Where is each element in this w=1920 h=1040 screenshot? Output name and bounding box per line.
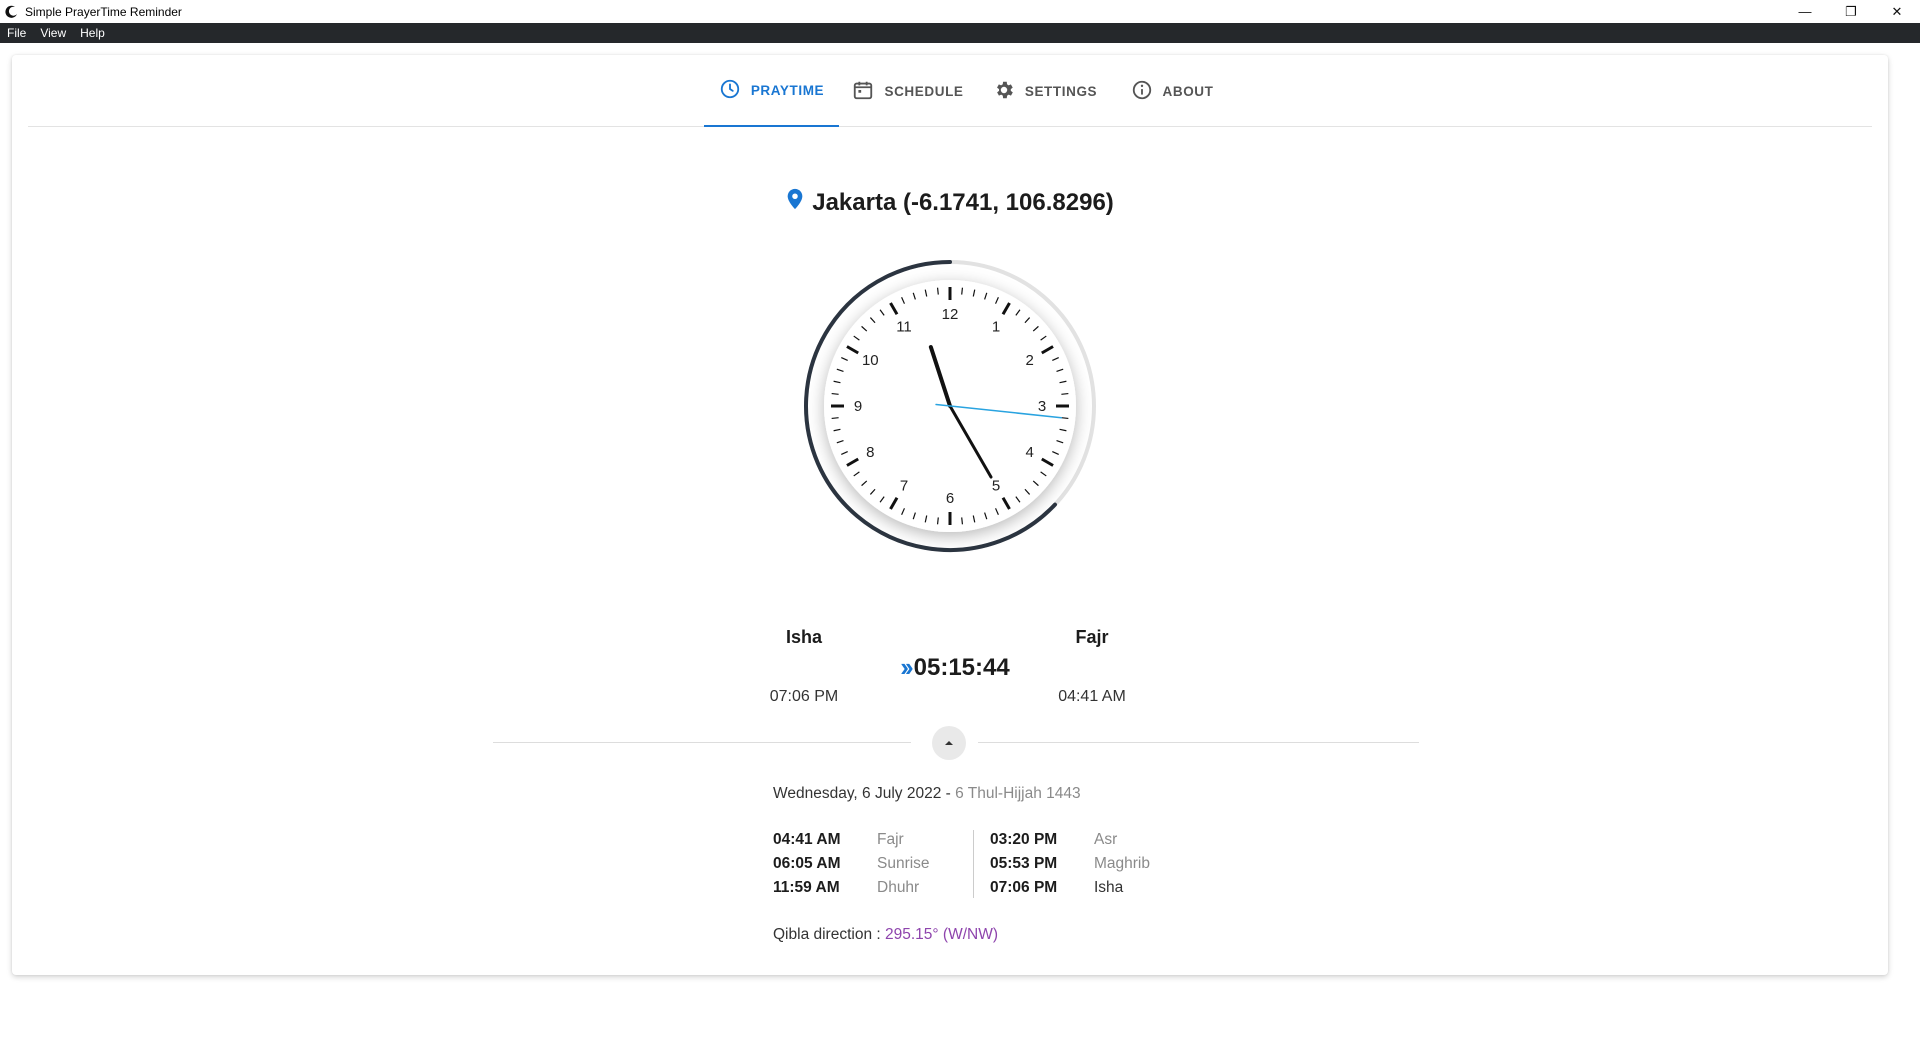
main-card: PRAYTIME SCHEDULE SETTINGS ABOUT Jakarta… (12, 55, 1888, 975)
clock-numeral: 3 (1038, 398, 1046, 415)
divider-right (978, 742, 1419, 743)
previous-prayer-time: 07:06 PM (769, 688, 839, 705)
app-logo-icon (4, 4, 20, 20)
clock-numeral: 4 (1026, 444, 1034, 461)
location-text: Jakarta (-6.1741, 106.8296) (812, 188, 1114, 216)
map-pin-icon (786, 188, 804, 217)
schedule-column-left: 04:41 AM Fajr 06:05 AM Sunrise 11:59 AM … (773, 830, 974, 898)
clock-numeral: 6 (946, 490, 954, 507)
location-heading: Jakarta (-6.1741, 106.8296) (12, 188, 1888, 217)
window-title: Simple PrayerTime Reminder (25, 4, 182, 19)
window-controls: — ❐ ✕ (1782, 0, 1920, 23)
next-prayer: Fajr (1012, 627, 1172, 648)
clock-minor-tick (1061, 417, 1069, 420)
clock-numeral: 11 (896, 318, 912, 335)
menu-bar: File View Help (0, 23, 1920, 43)
tab-label: ABOUT (1162, 83, 1214, 99)
clock-icon (719, 78, 741, 103)
countdown: ›› 05:15:44 (880, 652, 1030, 683)
previous-prayer-name: Isha (785, 627, 823, 647)
divider-left (493, 742, 911, 743)
schedule-name: Sunrise (877, 855, 930, 872)
clock-minor-tick (936, 287, 939, 295)
date-separator: - (941, 785, 956, 802)
schedule-time: 11:59 AM (773, 879, 840, 896)
hijri-date: 6 Thul-Hijjah 1443 (955, 785, 1081, 802)
tab-bar: PRAYTIME SCHEDULE SETTINGS ABOUT (28, 55, 1872, 127)
next-prayer-time-wrap: 04:41 AM (1012, 688, 1172, 706)
tab-about[interactable]: ABOUT (1122, 55, 1222, 127)
menu-help[interactable]: Help (73, 23, 112, 43)
qibla-direction: Qibla direction : 295.15° (W/NW) (773, 926, 998, 944)
title-bar: Simple PrayerTime Reminder — ❐ ✕ (0, 0, 1920, 23)
analog-clock: 1 2 3 4 5 6 7 8 9 10 11 12 (803, 259, 1097, 553)
clock-minor-tick (936, 517, 939, 525)
menu-file[interactable]: File (0, 23, 33, 43)
schedule-name-current: Isha (1094, 879, 1124, 896)
minimize-button[interactable]: — (1782, 0, 1828, 23)
tab-label: PRAYTIME (750, 82, 825, 98)
qibla-label: Qibla direction : (773, 926, 885, 943)
clock-minor-tick (1061, 392, 1069, 395)
clock-minor-tick (831, 392, 839, 395)
clock-numeral: 2 (1026, 352, 1034, 369)
schedule-name: Fajr (877, 831, 904, 848)
clock-minor-tick (831, 417, 839, 420)
schedule-time: 05:53 PM (990, 855, 1058, 872)
schedule-time: 06:05 AM (773, 855, 841, 872)
tab-praytime[interactable]: PRAYTIME (704, 55, 839, 127)
schedule-column-right: 03:20 PM Asr 05:53 PM Maghrib 07:06 PM I… (974, 830, 1174, 898)
tab-label: SETTINGS (1024, 83, 1098, 99)
menu-view[interactable]: View (33, 23, 73, 43)
calendar-icon (852, 79, 874, 104)
clock-minor-tick (961, 517, 964, 525)
date-line: Wednesday, 6 July 2022 - 6 Thul-Hijjah 1… (773, 785, 1081, 803)
close-button[interactable]: ✕ (1874, 0, 1920, 23)
schedule-time: 07:06 PM (990, 879, 1058, 896)
next-prayer-name: Fajr (1075, 627, 1109, 647)
previous-prayer: Isha (724, 627, 884, 648)
clock-numeral: 5 (992, 478, 1000, 495)
clock-numeral: 10 (862, 352, 879, 369)
gregorian-date: Wednesday, 6 July 2022 (773, 785, 942, 802)
schedule-name: Asr (1094, 831, 1118, 848)
caret-up-icon (943, 734, 955, 752)
prayer-schedule-table: 04:41 AM Fajr 06:05 AM Sunrise 11:59 AM … (773, 830, 1174, 898)
schedule-time: 03:20 PM (990, 831, 1058, 848)
collapse-toggle-button[interactable] (932, 726, 966, 760)
restore-button[interactable]: ❐ (1828, 0, 1874, 23)
double-chevron-right-icon: ›› (900, 652, 913, 682)
schedule-time: 04:41 AM (773, 831, 841, 848)
gear-icon (993, 79, 1015, 104)
qibla-value: 295.15° (W/NW) (885, 926, 998, 943)
clock-numeral: 7 (900, 478, 908, 495)
countdown-value: 05:15:44 (913, 653, 1010, 681)
next-prayer-time: 04:41 AM (1058, 688, 1126, 705)
info-icon (1131, 79, 1153, 104)
clock-minor-tick (961, 287, 964, 295)
clock-numeral: 9 (854, 398, 862, 415)
clock-numeral: 8 (866, 444, 874, 461)
clock-numeral: 1 (992, 318, 1000, 335)
clock-numeral: 12 (942, 306, 959, 323)
schedule-name: Maghrib (1094, 855, 1150, 872)
tab-schedule[interactable]: SCHEDULE (848, 55, 968, 127)
schedule-name: Dhuhr (877, 879, 920, 896)
tab-label: SCHEDULE (884, 83, 964, 99)
tab-settings[interactable]: SETTINGS (985, 55, 1105, 127)
previous-prayer-time-wrap: 07:06 PM (724, 688, 884, 706)
